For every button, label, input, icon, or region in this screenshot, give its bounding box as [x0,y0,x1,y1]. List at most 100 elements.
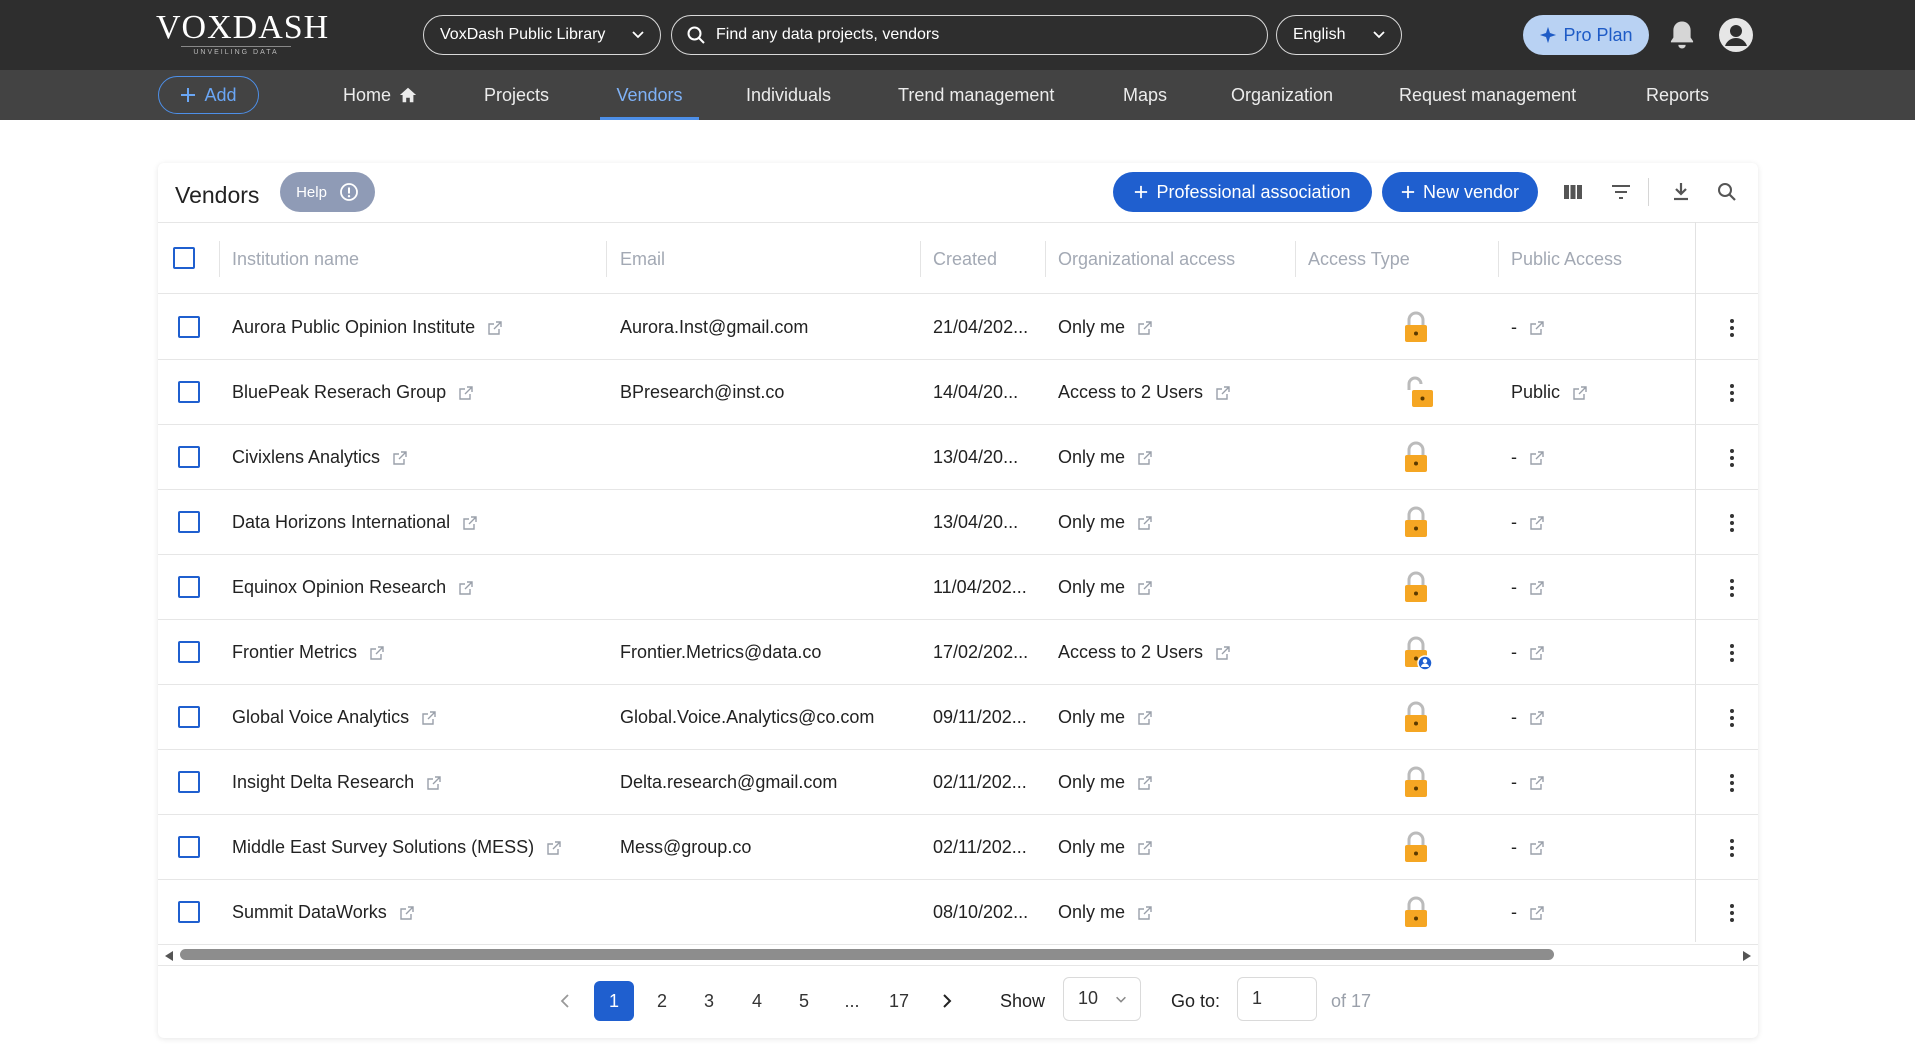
select-all-checkbox[interactable] [173,247,195,269]
public-access-cell[interactable]: - [1511,880,1545,945]
institution-name-cell[interactable]: Aurora Public Opinion Institute [232,295,503,360]
external-link-icon[interactable] [1529,580,1545,596]
new-vendor-button[interactable]: New vendor [1382,172,1538,212]
table-row[interactable]: Global Voice Analytics Global.Voice.Analy… [158,685,1758,750]
table-row[interactable]: Equinox Opinion Research 11/04/202... Only… [158,555,1758,620]
organizational-access-cell[interactable]: Only me [1058,490,1153,555]
pro-plan-button[interactable]: Pro Plan [1523,15,1649,55]
page-size-select[interactable]: 10 [1063,977,1141,1021]
public-access-cell[interactable]: - [1511,685,1545,750]
page-button-5[interactable]: 5 [784,981,824,1021]
external-link-icon[interactable] [1137,840,1153,856]
row-menu-icon[interactable] [1720,576,1744,600]
filter-icon[interactable] [1609,180,1633,204]
row-checkbox[interactable] [178,901,200,923]
column-header-public-access[interactable]: Public Access [1511,223,1622,295]
organizational-access-cell[interactable]: Access to 2 Users [1058,360,1231,425]
external-link-icon[interactable] [1215,385,1231,401]
row-checkbox[interactable] [178,706,200,728]
language-select[interactable]: English [1276,15,1402,55]
goto-page-input[interactable]: 1 [1237,977,1317,1021]
institution-name-cell[interactable]: Equinox Opinion Research [232,555,474,620]
scrollbar-thumb[interactable] [180,949,1554,960]
row-checkbox[interactable] [178,641,200,663]
table-row[interactable]: Aurora Public Opinion Institute Aurora.In… [158,295,1758,360]
row-menu-icon[interactable] [1720,901,1744,925]
column-header-access-type[interactable]: Access Type [1308,223,1410,295]
external-link-icon[interactable] [1215,645,1231,661]
row-checkbox[interactable] [178,316,200,338]
column-header-institution-name[interactable]: Institution name [232,223,359,295]
row-menu-icon[interactable] [1720,511,1744,535]
nav-item-organization[interactable]: Organization [1231,70,1333,120]
horizontal-scrollbar[interactable] [158,945,1758,965]
add-button[interactable]: Add [158,76,259,114]
download-icon[interactable] [1669,180,1693,204]
row-menu-icon[interactable] [1720,446,1744,470]
notification-bell-icon[interactable] [1667,19,1697,51]
external-link-icon[interactable] [1529,320,1545,336]
page-button-3[interactable]: 3 [689,981,729,1021]
institution-name-cell[interactable]: Global Voice Analytics [232,685,437,750]
table-row[interactable]: Summit DataWorks 08/10/202... Only me - [158,880,1758,945]
row-checkbox[interactable] [178,511,200,533]
public-access-cell[interactable]: Public [1511,360,1588,425]
external-link-icon[interactable] [1137,515,1153,531]
external-link-icon[interactable] [1137,710,1153,726]
chevron-right-icon[interactable] [936,991,956,1011]
table-row[interactable]: Civixlens Analytics 13/04/20... Only me - [158,425,1758,490]
nav-item-home[interactable]: Home [343,70,417,120]
external-link-icon[interactable] [1137,450,1153,466]
page-button-2[interactable]: 2 [642,981,682,1021]
organizational-access-cell[interactable]: Only me [1058,880,1153,945]
external-link-icon[interactable] [458,580,474,596]
external-link-icon[interactable] [1529,775,1545,791]
scroll-left-arrow-icon[interactable] [165,951,173,961]
nav-item-vendors[interactable]: Vendors [600,70,699,120]
library-select[interactable]: VoxDash Public Library [423,15,661,55]
professional-association-button[interactable]: Professional association [1113,172,1372,212]
external-link-icon[interactable] [421,710,437,726]
organizational-access-cell[interactable]: Only me [1058,425,1153,490]
table-row[interactable]: BluePeak Reserach Group BPresearch@inst.c… [158,360,1758,425]
column-header-organizational-access[interactable]: Organizational access [1058,223,1235,295]
organizational-access-cell[interactable]: Only me [1058,555,1153,620]
nav-item-individuals[interactable]: Individuals [746,70,831,120]
organizational-access-cell[interactable]: Only me [1058,750,1153,815]
page-button-4[interactable]: 4 [737,981,777,1021]
chevron-left-icon[interactable] [556,991,576,1011]
row-menu-icon[interactable] [1720,771,1744,795]
table-row[interactable]: Middle East Survey Solutions (MESS) Mess@… [158,815,1758,880]
columns-icon[interactable] [1561,180,1585,204]
organizational-access-cell[interactable]: Access to 2 Users [1058,620,1231,685]
row-menu-icon[interactable] [1720,381,1744,405]
page-button-1[interactable]: 1 [594,981,634,1021]
organizational-access-cell[interactable]: Only me [1058,815,1153,880]
voxdash-logo[interactable]: VOXDASH UNVEILING DATA [156,10,328,58]
nav-item-maps[interactable]: Maps [1123,70,1167,120]
external-link-icon[interactable] [1529,905,1545,921]
external-link-icon[interactable] [1137,580,1153,596]
institution-name-cell[interactable]: BluePeak Reserach Group [232,360,474,425]
row-checkbox[interactable] [178,576,200,598]
external-link-icon[interactable] [1137,320,1153,336]
external-link-icon[interactable] [1137,905,1153,921]
external-link-icon[interactable] [369,645,385,661]
search-icon[interactable] [1715,180,1739,204]
external-link-icon[interactable] [426,775,442,791]
nav-item-reports[interactable]: Reports [1646,70,1709,120]
institution-name-cell[interactable]: Data Horizons International [232,490,478,555]
table-row[interactable]: Insight Delta Research Delta.research@gma… [158,750,1758,815]
column-header-email[interactable]: Email [620,223,665,295]
public-access-cell[interactable]: - [1511,490,1545,555]
nav-item-trend-management[interactable]: Trend management [898,70,1054,120]
external-link-icon[interactable] [1529,645,1545,661]
row-menu-icon[interactable] [1720,316,1744,340]
institution-name-cell[interactable]: Insight Delta Research [232,750,442,815]
institution-name-cell[interactable]: Middle East Survey Solutions (MESS) [232,815,562,880]
row-checkbox[interactable] [178,836,200,858]
external-link-icon[interactable] [546,840,562,856]
row-checkbox[interactable] [178,771,200,793]
row-checkbox[interactable] [178,446,200,468]
institution-name-cell[interactable]: Summit DataWorks [232,880,415,945]
